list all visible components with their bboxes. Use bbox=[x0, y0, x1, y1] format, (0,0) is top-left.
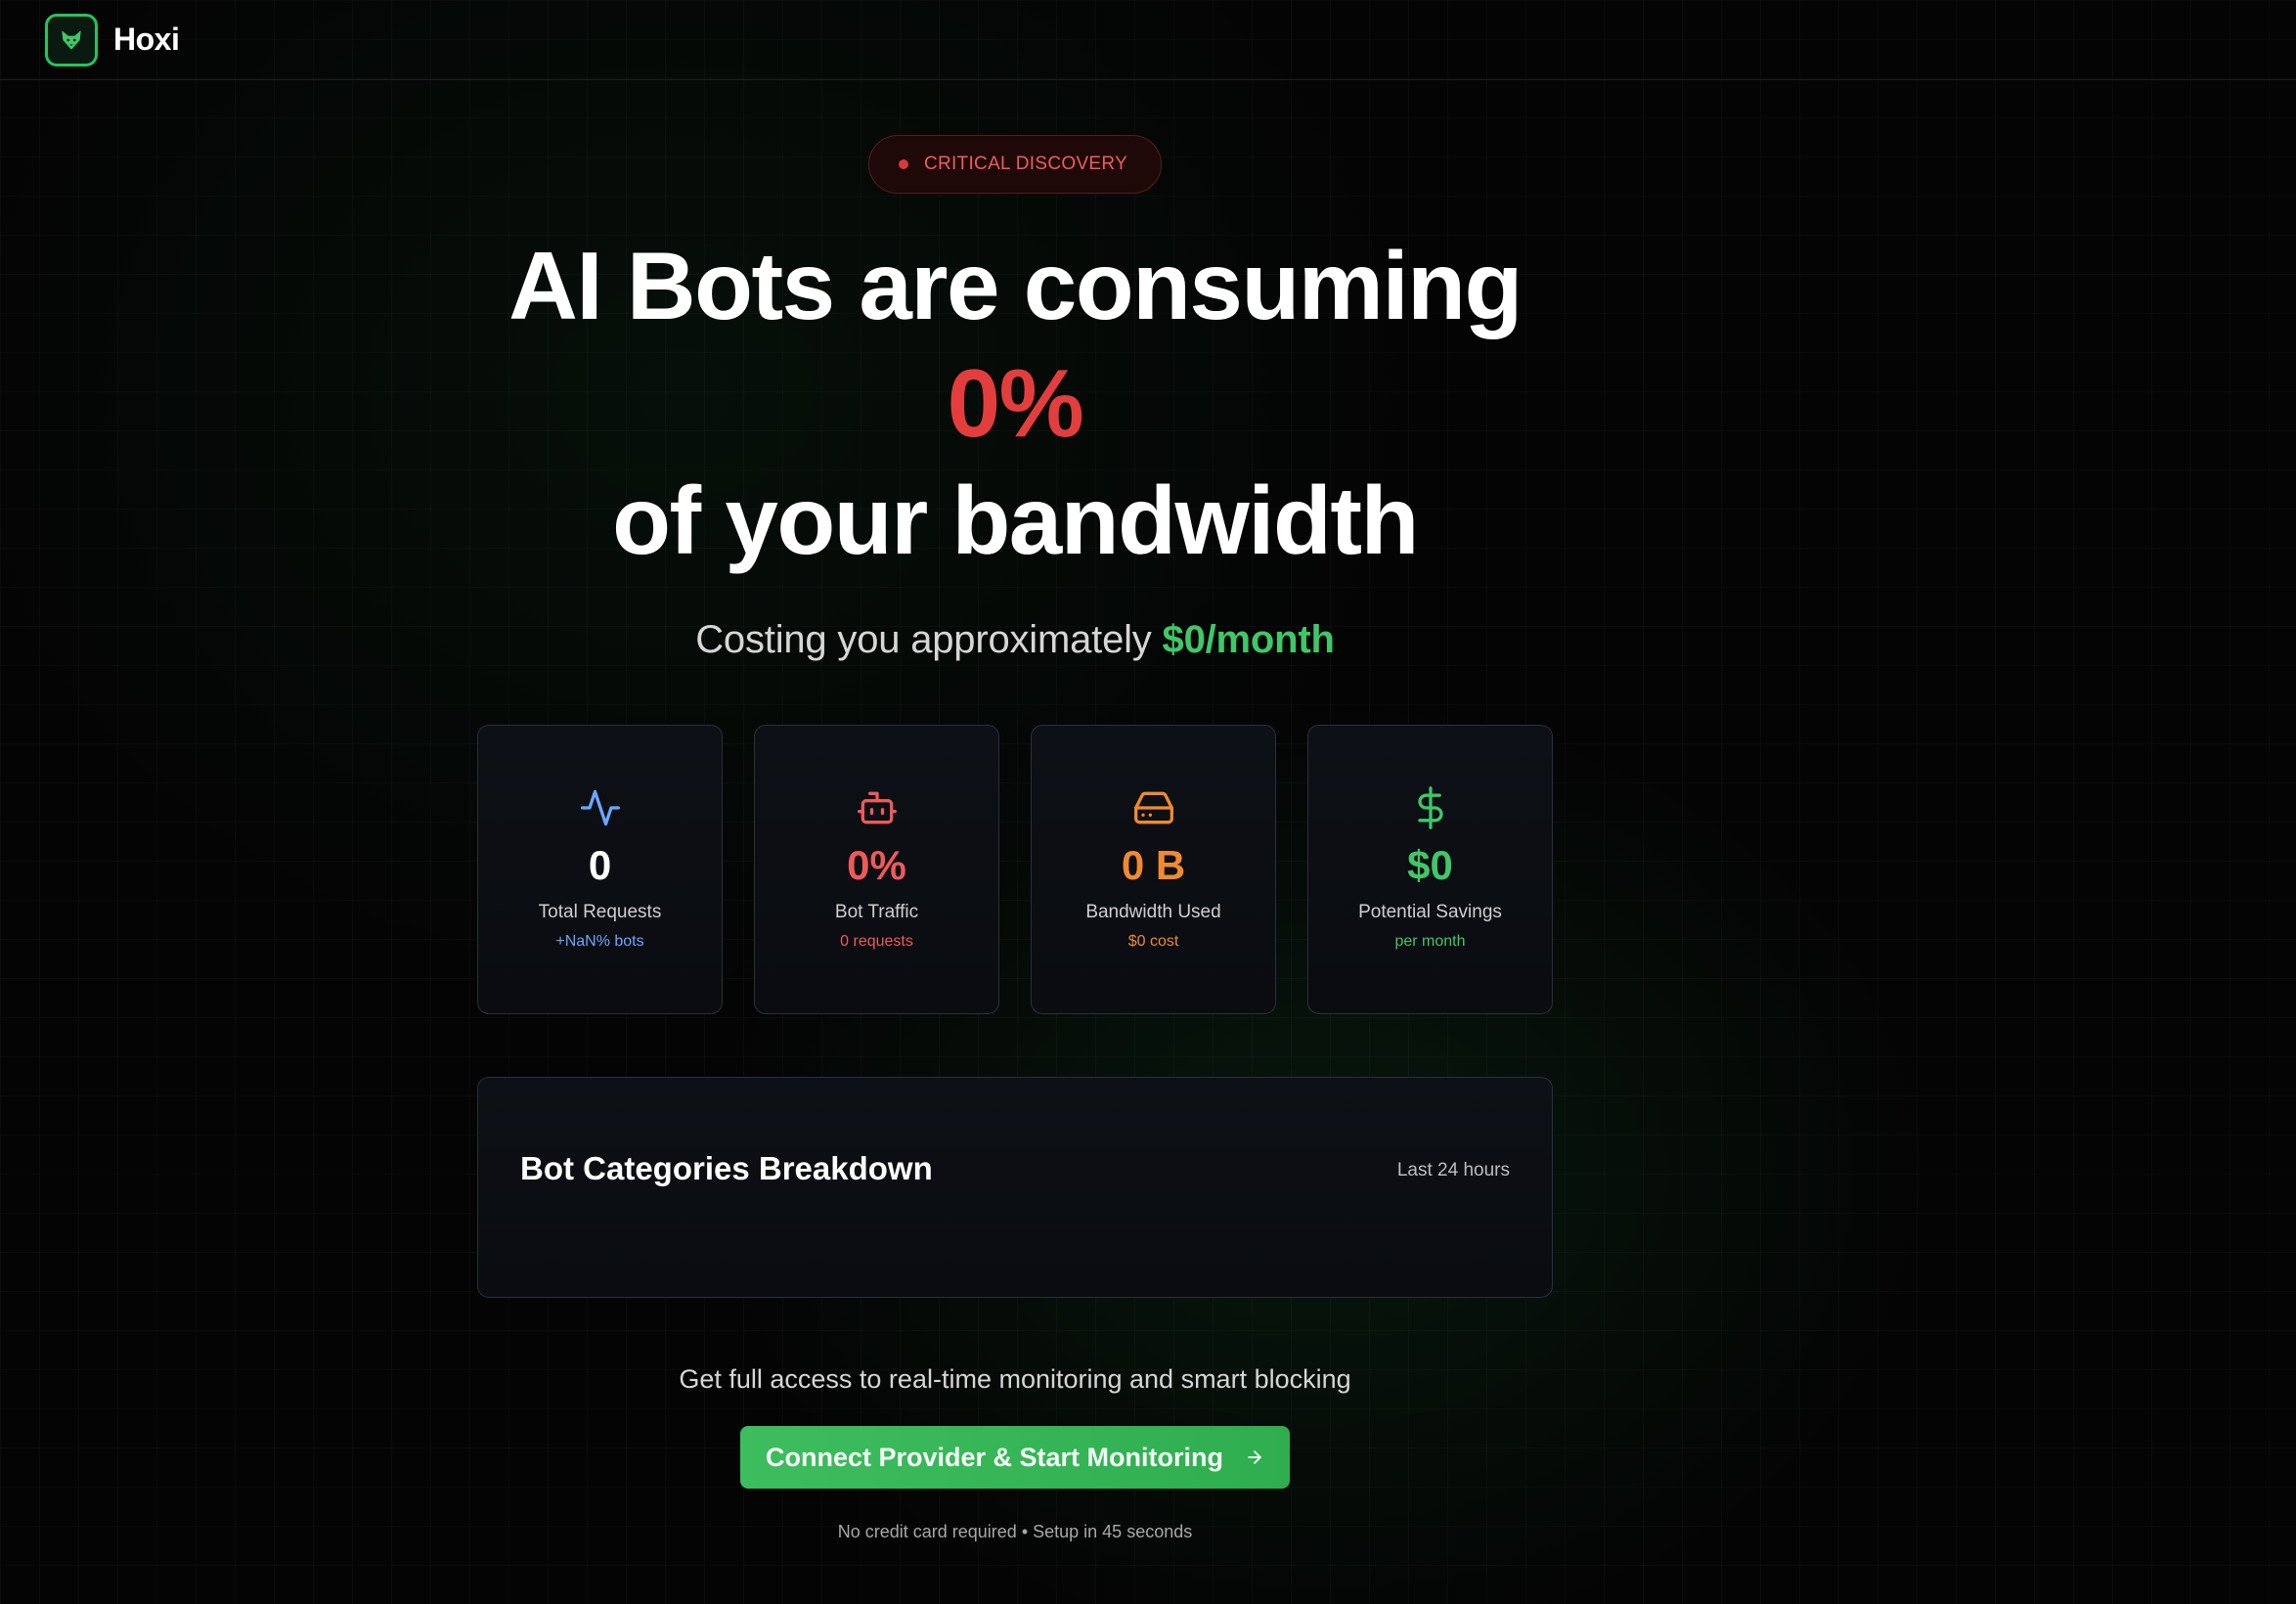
headline-line-2: of your bandwidth bbox=[612, 467, 1419, 574]
stat-label: Potential Savings bbox=[1358, 902, 1502, 922]
bot-categories-panel: Bot Categories Breakdown Last 24 hours bbox=[477, 1077, 1553, 1298]
stat-sub: per month bbox=[1394, 933, 1466, 950]
stat-card-total-requests: 0 Total Requests +NaN% bots bbox=[477, 725, 723, 1014]
badge-dot-icon bbox=[898, 159, 908, 169]
subline-cost: $0/month bbox=[1162, 618, 1335, 661]
stat-value: $0 bbox=[1407, 842, 1453, 888]
headline: AI Bots are consuming 0% of your bandwid… bbox=[508, 227, 1523, 579]
cta-text: Get full access to real-time monitoring … bbox=[679, 1364, 1351, 1394]
cta-note: No credit card required • Setup in 45 se… bbox=[837, 1522, 1193, 1541]
fox-icon bbox=[62, 29, 81, 50]
hard-drive-icon bbox=[1133, 791, 1173, 824]
stat-label: Bandwidth Used bbox=[1085, 902, 1221, 922]
breakdown-title: Bot Categories Breakdown bbox=[520, 1150, 933, 1186]
connect-provider-button[interactable]: Connect Provider & Start Monitoring bbox=[740, 1426, 1290, 1489]
top-bar: Hoxi bbox=[0, 0, 2296, 80]
stat-sub: 0 requests bbox=[840, 933, 913, 950]
stat-value: 0% bbox=[847, 842, 906, 888]
logo[interactable] bbox=[45, 13, 98, 67]
stat-card-savings: $0 Potential Savings per month bbox=[1307, 725, 1553, 1014]
subline-prefix: Costing you approximately bbox=[695, 618, 1152, 661]
headline-line-1: AI Bots are consuming bbox=[508, 232, 1523, 339]
bot-icon bbox=[857, 791, 897, 824]
stat-value: 0 bbox=[588, 842, 612, 888]
cta-button-label: Connect Provider & Start Monitoring bbox=[765, 1442, 1224, 1472]
critical-badge: CRITICAL DISCOVERY bbox=[867, 135, 1163, 194]
stats-row: 0 Total Requests +NaN% bots 0% Bot Traff… bbox=[477, 725, 1553, 1014]
stat-card-bandwidth: 0 B Bandwidth Used $0 cost bbox=[1031, 725, 1276, 1014]
page: Hoxi CRITICAL DISCOVERY AI Bots are cons… bbox=[0, 0, 2296, 1604]
cost-subline: Costing you approximately $0/month bbox=[695, 618, 1335, 662]
stat-label: Bot Traffic bbox=[834, 902, 919, 922]
badge-label: CRITICAL DISCOVERY bbox=[923, 154, 1128, 174]
stat-label: Total Requests bbox=[538, 902, 662, 922]
brand-name[interactable]: Hoxi bbox=[113, 22, 180, 58]
stat-card-bot-traffic: 0% Bot Traffic 0 requests bbox=[754, 725, 999, 1014]
activity-icon bbox=[580, 789, 620, 826]
dollar-icon bbox=[1417, 786, 1443, 829]
stat-sub: +NaN% bots bbox=[555, 933, 644, 950]
stat-value: 0 B bbox=[1121, 842, 1186, 888]
stat-sub: $0 cost bbox=[1127, 933, 1179, 950]
arrow-right-icon bbox=[1248, 1450, 1261, 1464]
breakdown-time-range: Last 24 hours bbox=[1396, 1160, 1510, 1181]
main-content: CRITICAL DISCOVERY AI Bots are consuming… bbox=[477, 80, 1553, 1542]
headline-percent: 0% bbox=[947, 349, 1084, 457]
